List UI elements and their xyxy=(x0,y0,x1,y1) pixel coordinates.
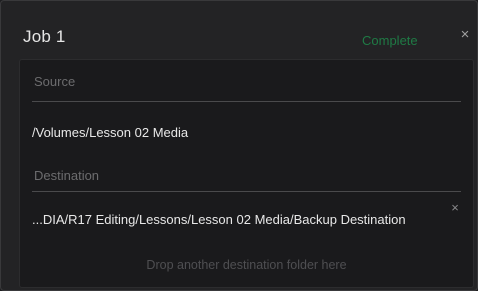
source-divider xyxy=(32,101,461,102)
source-label: Source xyxy=(34,74,76,89)
job-title: Job 1 xyxy=(23,27,66,46)
destination-drop-zone[interactable]: Drop another destination folder here xyxy=(20,258,473,272)
close-icon: × xyxy=(451,200,459,215)
close-icon: × xyxy=(460,26,470,43)
close-job-button[interactable]: × xyxy=(459,26,471,43)
job-status: Complete xyxy=(362,33,418,48)
job-details: Source /Volumes/Lesson 02 Media Destinat… xyxy=(19,59,474,288)
destination-path[interactable]: ...DIA/R17 Editing/Lessons/Lesson 02 Med… xyxy=(32,212,464,227)
source-path[interactable]: /Volumes/Lesson 02 Media xyxy=(32,125,188,140)
remove-destination-button[interactable]: × xyxy=(449,200,461,215)
destination-divider xyxy=(32,191,461,192)
destination-label: Destination xyxy=(34,168,100,183)
job-panel: Job 1 Complete × Source /Volumes/Lesson … xyxy=(0,0,478,291)
job-header: Job 1 Complete × xyxy=(1,1,478,57)
